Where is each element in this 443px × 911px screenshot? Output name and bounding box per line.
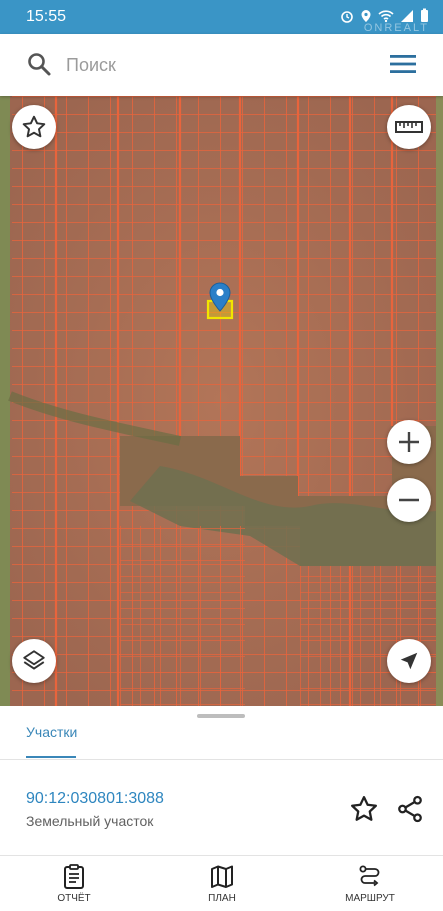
my-location-button[interactable]	[387, 639, 431, 683]
signal-icon	[401, 9, 413, 22]
layers-button[interactable]	[12, 639, 56, 683]
favorites-map-button[interactable]	[12, 105, 56, 149]
navigation-arrow-icon	[400, 652, 418, 670]
divider	[0, 759, 443, 760]
star-icon	[22, 115, 46, 138]
map-view[interactable]	[0, 96, 443, 706]
ruler-button[interactable]	[387, 105, 431, 149]
favorite-star-icon[interactable]	[349, 794, 379, 824]
bottom-navigation: ОТЧЁТ ПЛАН МАРШРУТ	[0, 855, 443, 911]
nav-plan-label: ПЛАН	[208, 893, 236, 904]
nav-report-label: ОТЧЁТ	[57, 893, 91, 904]
status-time: 15:55	[26, 8, 67, 25]
tab-parcels[interactable]: Участки	[26, 724, 77, 740]
map-plan-icon	[211, 865, 233, 888]
zoom-in-button[interactable]	[387, 420, 431, 464]
plus-icon	[399, 432, 419, 452]
wifi-icon	[378, 9, 394, 22]
watermark: ONREALT	[363, 22, 429, 34]
layers-icon	[23, 650, 45, 670]
alarm-icon	[341, 10, 353, 23]
tab-indicator	[26, 756, 76, 758]
share-icon[interactable]	[395, 794, 425, 824]
minus-icon	[399, 498, 419, 502]
report-icon	[64, 864, 84, 889]
menu-icon[interactable]	[389, 52, 417, 76]
location-pin-icon[interactable]	[209, 282, 231, 312]
battery-icon	[421, 8, 428, 22]
nav-report[interactable]: ОТЧЁТ	[24, 856, 124, 911]
search-bar	[0, 34, 443, 96]
nav-route[interactable]: МАРШРУТ	[320, 856, 420, 911]
status-icons	[340, 8, 429, 23]
drag-handle[interactable]	[197, 714, 245, 718]
ruler-icon	[395, 121, 423, 133]
zoom-out-button[interactable]	[387, 478, 431, 522]
parcel-type-label: Земельный участок	[26, 813, 154, 829]
status-bar: 15:55 ONREALT	[0, 0, 443, 34]
parcel-id-link[interactable]: 90:12:030801:3088	[26, 790, 164, 808]
location-icon	[361, 9, 371, 22]
nav-plan[interactable]: ПЛАН	[172, 856, 272, 911]
search-icon[interactable]	[26, 51, 52, 77]
route-icon	[359, 865, 380, 887]
satellite-map	[0, 96, 443, 706]
nav-route-label: МАРШРУТ	[345, 893, 395, 904]
search-input[interactable]	[64, 50, 368, 80]
